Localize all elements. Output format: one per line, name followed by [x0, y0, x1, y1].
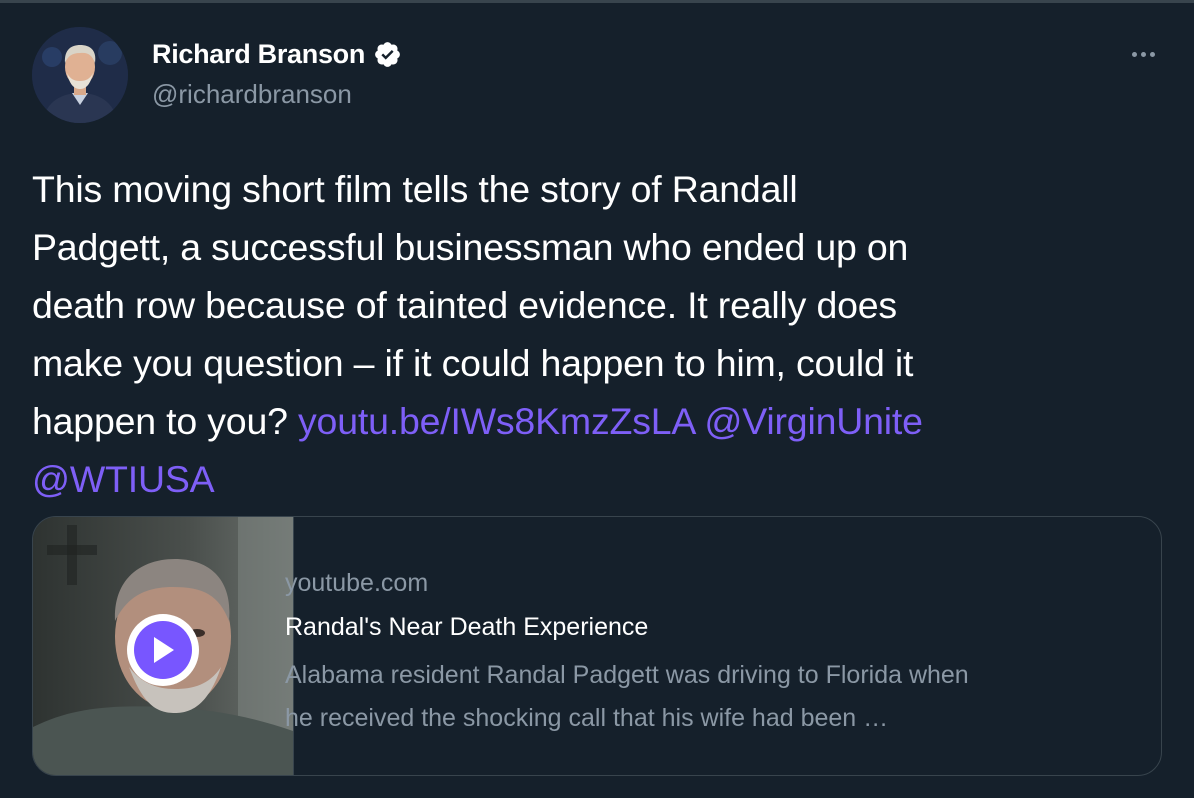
mention-wtiusa[interactable]: @WTIUSA: [32, 458, 215, 500]
author-handle[interactable]: @richardbranson: [152, 78, 352, 110]
tweet-text-line: death row because of tainted evidence. I…: [32, 284, 897, 326]
author-name-row[interactable]: Richard Branson: [152, 37, 402, 71]
tweet-text-line-with-links: @WTIUSA: [32, 450, 1172, 508]
verified-badge-icon: [373, 40, 402, 69]
tweet-text-segment: happen to you?: [32, 400, 298, 442]
more-horizontal-icon: [1140, 51, 1146, 57]
play-button[interactable]: [127, 614, 199, 686]
tweet-text-line: This moving short film tells the story o…: [32, 168, 798, 210]
author-display-name[interactable]: Richard Branson: [152, 37, 365, 71]
card-domain: youtube.com: [285, 569, 429, 597]
tweet-text-line-with-links: happen to you? youtu.be/IWs8KmzZsLA @Vir…: [32, 392, 1172, 450]
user-avatar-icon: [32, 27, 128, 123]
card-description-line: he received the shocking call that his w…: [285, 704, 889, 732]
top-divider: [0, 0, 1194, 3]
youtube-link[interactable]: youtu.be/IWs8KmzZsLA: [298, 400, 694, 442]
more-options-button[interactable]: [1120, 36, 1166, 72]
video-thumbnail[interactable]: [33, 517, 294, 775]
card-description: Alabama resident Randal Padgett was driv…: [285, 654, 969, 740]
author-avatar[interactable]: [32, 27, 128, 123]
tweet-text: This moving short film tells the story o…: [32, 160, 1172, 508]
mention-virginunite[interactable]: @VirginUnite: [704, 400, 923, 442]
tweet-text-line: Padgett, a successful businessman who en…: [32, 226, 909, 268]
card-description-line: Alabama resident Randal Padgett was driv…: [285, 661, 969, 689]
play-icon: [134, 621, 192, 679]
more-horizontal-icon: [1149, 51, 1155, 57]
tweet-text-line: make you question – if it could happen t…: [32, 342, 914, 384]
more-horizontal-icon: [1131, 51, 1137, 57]
card-title[interactable]: Randal's Near Death Experience: [285, 611, 648, 643]
